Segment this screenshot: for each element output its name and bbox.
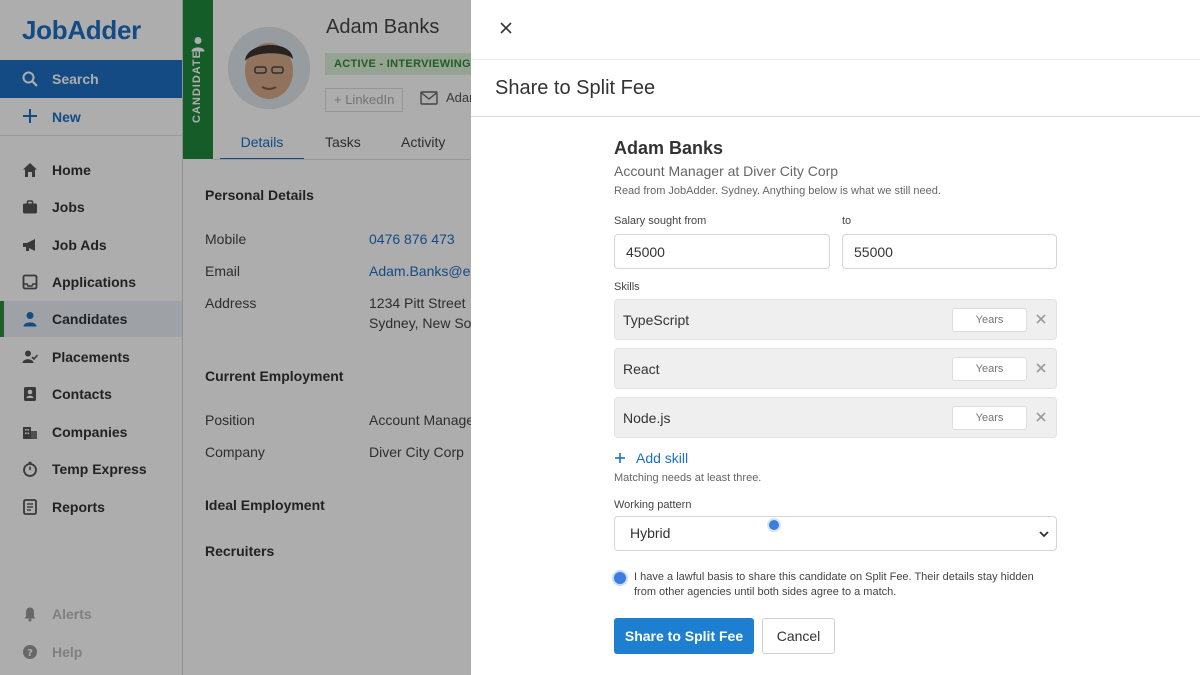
- salary-to-label: to: [842, 215, 852, 227]
- remove-skill-icon[interactable]: [1035, 362, 1047, 374]
- remove-skill-icon[interactable]: [1035, 411, 1047, 423]
- add-skill-button[interactable]: Add skill: [614, 450, 688, 466]
- plus-icon: [615, 453, 625, 463]
- skill-name: Node.js: [623, 410, 671, 426]
- working-pattern-select[interactable]: Hybrid: [614, 516, 1057, 551]
- remove-skill-icon[interactable]: [1035, 313, 1047, 325]
- close-icon[interactable]: [499, 21, 513, 35]
- skills-hint: Matching needs at least three.: [614, 472, 762, 484]
- panel-divider: [471, 116, 1200, 117]
- salary-to-input[interactable]: [842, 234, 1057, 269]
- skill-years-input[interactable]: [952, 308, 1027, 332]
- skills-label: Skills: [614, 281, 640, 293]
- form-note: Read from JobAdder. Sydney. Anything bel…: [614, 185, 941, 197]
- working-pattern-value: Hybrid: [630, 525, 671, 541]
- salary-from-label: Salary sought from: [614, 215, 707, 227]
- consent-checkbox[interactable]: [612, 570, 628, 586]
- skill-row: TypeScript: [614, 299, 1057, 340]
- consent-text: I have a lawful basis to share this cand…: [634, 571, 1034, 598]
- skill-row: Node.js: [614, 397, 1057, 438]
- salary-from-input[interactable]: [614, 234, 830, 269]
- skill-years-input[interactable]: [952, 406, 1027, 430]
- modal-backdrop[interactable]: [0, 0, 471, 675]
- working-pattern-label: Working pattern: [614, 499, 692, 511]
- focus-indicator: [767, 518, 781, 532]
- panel-title: Share to Split Fee: [495, 77, 656, 99]
- add-skill-label: Add skill: [636, 450, 689, 466]
- panel-divider: [471, 59, 1200, 60]
- form-candidate-subtitle: Account Manager at Diver City Corp: [614, 163, 839, 179]
- share-to-split-fee-button[interactable]: Share to Split Fee: [614, 618, 754, 654]
- cancel-button[interactable]: Cancel: [762, 618, 835, 654]
- skill-row: React: [614, 348, 1057, 389]
- skill-name: React: [623, 361, 660, 377]
- skill-name: TypeScript: [623, 312, 690, 328]
- skill-years-input[interactable]: [952, 357, 1027, 381]
- form-candidate-name: Adam Banks: [614, 138, 724, 158]
- chevron-down-icon: [1039, 531, 1049, 538]
